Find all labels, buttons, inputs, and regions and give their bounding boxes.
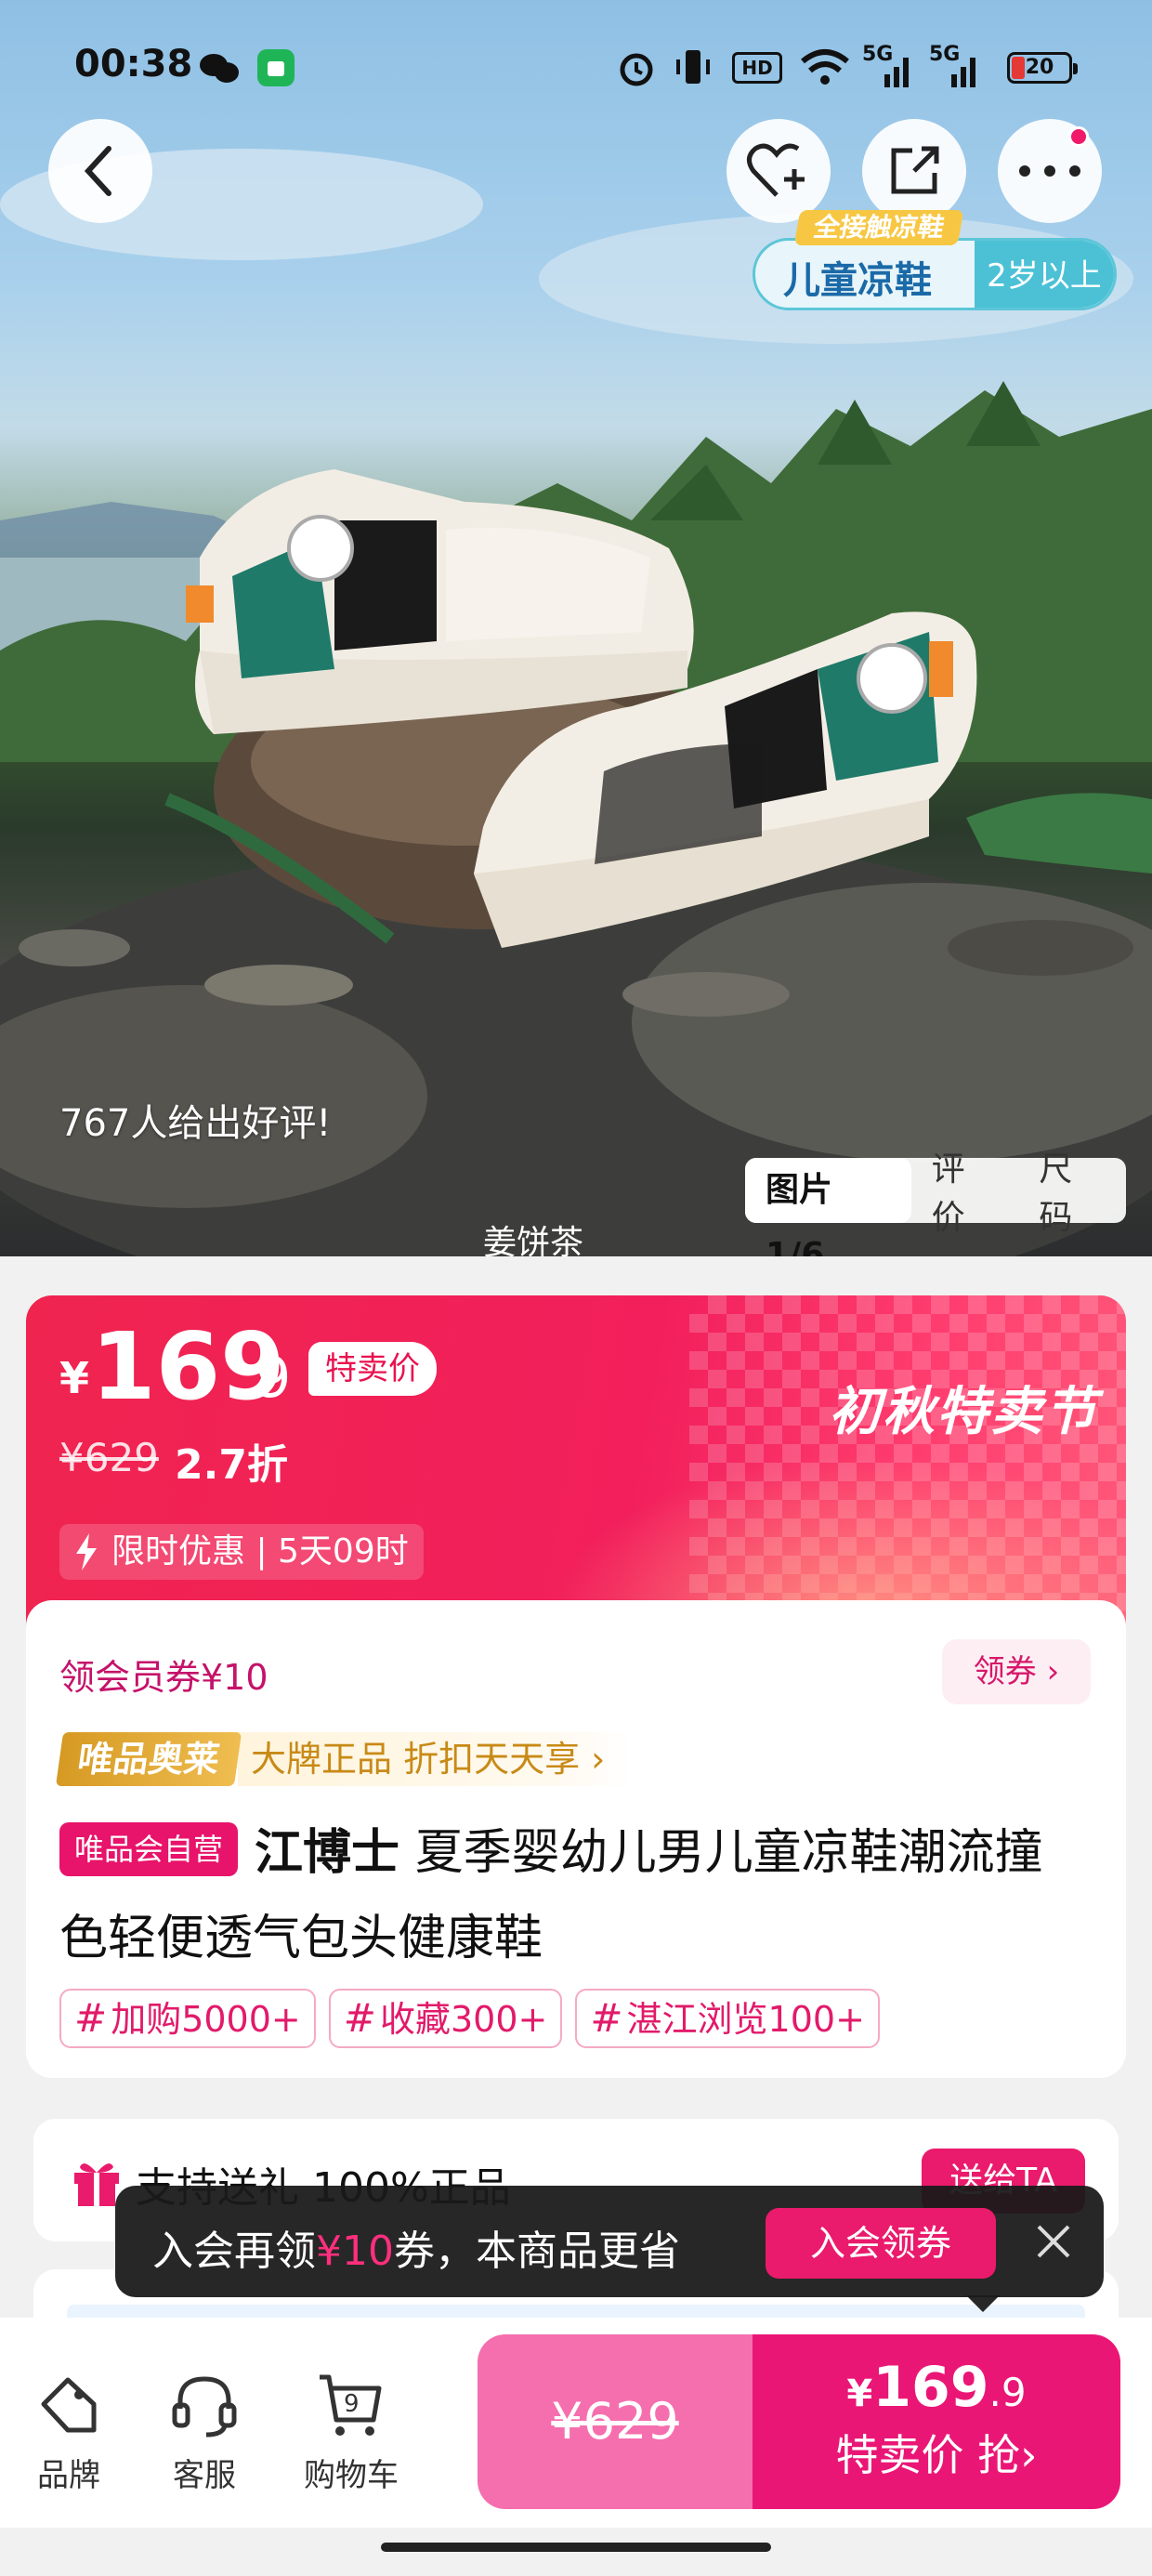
signal-icon-2 xyxy=(951,58,975,87)
tab-size[interactable]: 尺码 xyxy=(1018,1142,1126,1239)
buy-now-button[interactable]: ¥169.9 特卖价 抢› xyxy=(753,2334,1120,2509)
join-membership-button[interactable]: 入会领券 xyxy=(766,2208,996,2279)
clock: 00:38 xyxy=(74,43,193,85)
limited-offer-timer: 限时优惠 | 5天09时 xyxy=(59,1524,424,1580)
vibrate-icon xyxy=(676,50,710,84)
tab-reviews[interactable]: 评价 xyxy=(911,1142,1019,1239)
customer-service-button[interactable]: 客服 xyxy=(149,2366,260,2495)
signal-icon-1 xyxy=(884,58,909,87)
brand-nav-button[interactable]: 品牌 xyxy=(13,2366,124,2495)
hashtag-chips: # 加购5000+ # 收藏300+ # 湛江浏览100+ xyxy=(59,1989,880,2048)
product-detail-page: 00:38 HD 5G 5G 20 儿童凉鞋 2岁以上 全接触凉鞋 767人给出… xyxy=(0,0,1152,2576)
lightning-icon xyxy=(76,1533,97,1571)
currency-symbol: ¥ xyxy=(59,1353,90,1403)
chip-favorites-count[interactable]: # 收藏300+ xyxy=(328,1989,563,2048)
festival-title: 初秋特卖节 xyxy=(829,1382,1098,1442)
discount-rate: 2.7折 xyxy=(175,1441,288,1489)
more-icon xyxy=(1019,165,1080,177)
battery-icon: 20 xyxy=(1007,52,1078,84)
product-image-carousel[interactable]: 00:38 HD 5G 5G 20 儿童凉鞋 2岁以上 全接触凉鞋 767人给出… xyxy=(0,0,1152,1256)
toast-message: 入会再领¥10券，本商品更省 xyxy=(152,2228,680,2275)
sale-price-tag: 特卖价 xyxy=(308,1342,437,1396)
outlet-banner[interactable]: 唯品奥莱 大牌正品 折扣天天享 › xyxy=(55,1730,634,1788)
member-coupon-text: 领会员券¥10 xyxy=(59,1657,268,1698)
back-button[interactable] xyxy=(48,119,152,223)
favorite-button[interactable] xyxy=(727,119,831,223)
original-price: ¥629 xyxy=(59,1435,159,1480)
product-title: 唯品会自营 江博士 夏季婴幼儿男儿童凉鞋潮流撞色轻便透气包头健康鞋 xyxy=(59,1810,1091,1981)
chip-add-to-cart-count[interactable]: # 加购5000+ xyxy=(59,1989,316,2048)
self-operated-badge: 唯品会自营 xyxy=(59,1822,239,1876)
notification-dot xyxy=(1068,126,1089,147)
outlet-slogan: 大牌正品 折扣天天享 › xyxy=(238,1732,634,1786)
product-category-tag: 儿童凉鞋 2岁以上 全接触凉鞋 xyxy=(753,210,1117,310)
alarm-icon xyxy=(620,53,653,86)
category-label: 儿童凉鞋 xyxy=(783,259,932,302)
price-decimal: .9 xyxy=(238,1346,292,1411)
gift-icon xyxy=(74,2163,119,2206)
hd-icon: HD xyxy=(732,52,782,84)
age-label: 2岁以上 xyxy=(975,241,1114,308)
chevron-left-icon xyxy=(84,146,111,196)
product-info-card: 领会员券¥10 领券 › 唯品奥莱 大牌正品 折扣天天享 › 唯品会自营 江博士 … xyxy=(26,1600,1126,2078)
cart-count: 9 xyxy=(344,2390,360,2418)
brand-name[interactable]: 江博士 xyxy=(255,1825,399,1881)
tab-images[interactable]: 图片1/6 xyxy=(745,1158,911,1256)
headset-icon xyxy=(172,2376,237,2438)
review-count-overlay[interactable]: 767人给出好评! xyxy=(59,1093,331,1147)
close-icon[interactable] xyxy=(1033,2221,1074,2262)
image-tabs: 图片1/6 评价 尺码 xyxy=(745,1150,1126,1256)
membership-toast: 入会再领¥10券，本商品更省 入会领券 xyxy=(115,2186,1104,2312)
share-button[interactable] xyxy=(862,119,966,223)
heart-plus-icon xyxy=(747,143,805,197)
original-price-button[interactable]: ¥629 xyxy=(478,2334,753,2509)
more-button[interactable] xyxy=(998,119,1102,223)
cart-button[interactable]: 9 购物车 xyxy=(295,2366,407,2495)
wifi-icon xyxy=(801,49,849,85)
claim-coupon-button[interactable]: 领券 › xyxy=(942,1639,1091,1704)
app-icon xyxy=(257,49,295,86)
share-icon xyxy=(891,146,939,194)
status-bar: 00:38 HD 5G 5G 20 xyxy=(0,0,1152,102)
watermark-text: 姜饼茶 xyxy=(483,1224,584,1256)
purchase-buttons: ¥629 ¥169.9 特卖价 抢› xyxy=(478,2334,1120,2509)
product-photo xyxy=(0,149,1152,1256)
outlet-brand: 唯品奥莱 xyxy=(55,1732,242,1786)
wechat-icon xyxy=(200,54,239,83)
home-indicator[interactable] xyxy=(381,2543,771,2552)
feature-ribbon: 全接触凉鞋 xyxy=(793,210,964,245)
chip-views-count[interactable]: # 湛江浏览100+ xyxy=(575,1989,880,2048)
bottom-action-bar: 品牌 客服 9 购物车 ¥629 ¥169.9 特卖价 抢› xyxy=(0,2318,1152,2528)
tag-icon xyxy=(41,2377,97,2433)
